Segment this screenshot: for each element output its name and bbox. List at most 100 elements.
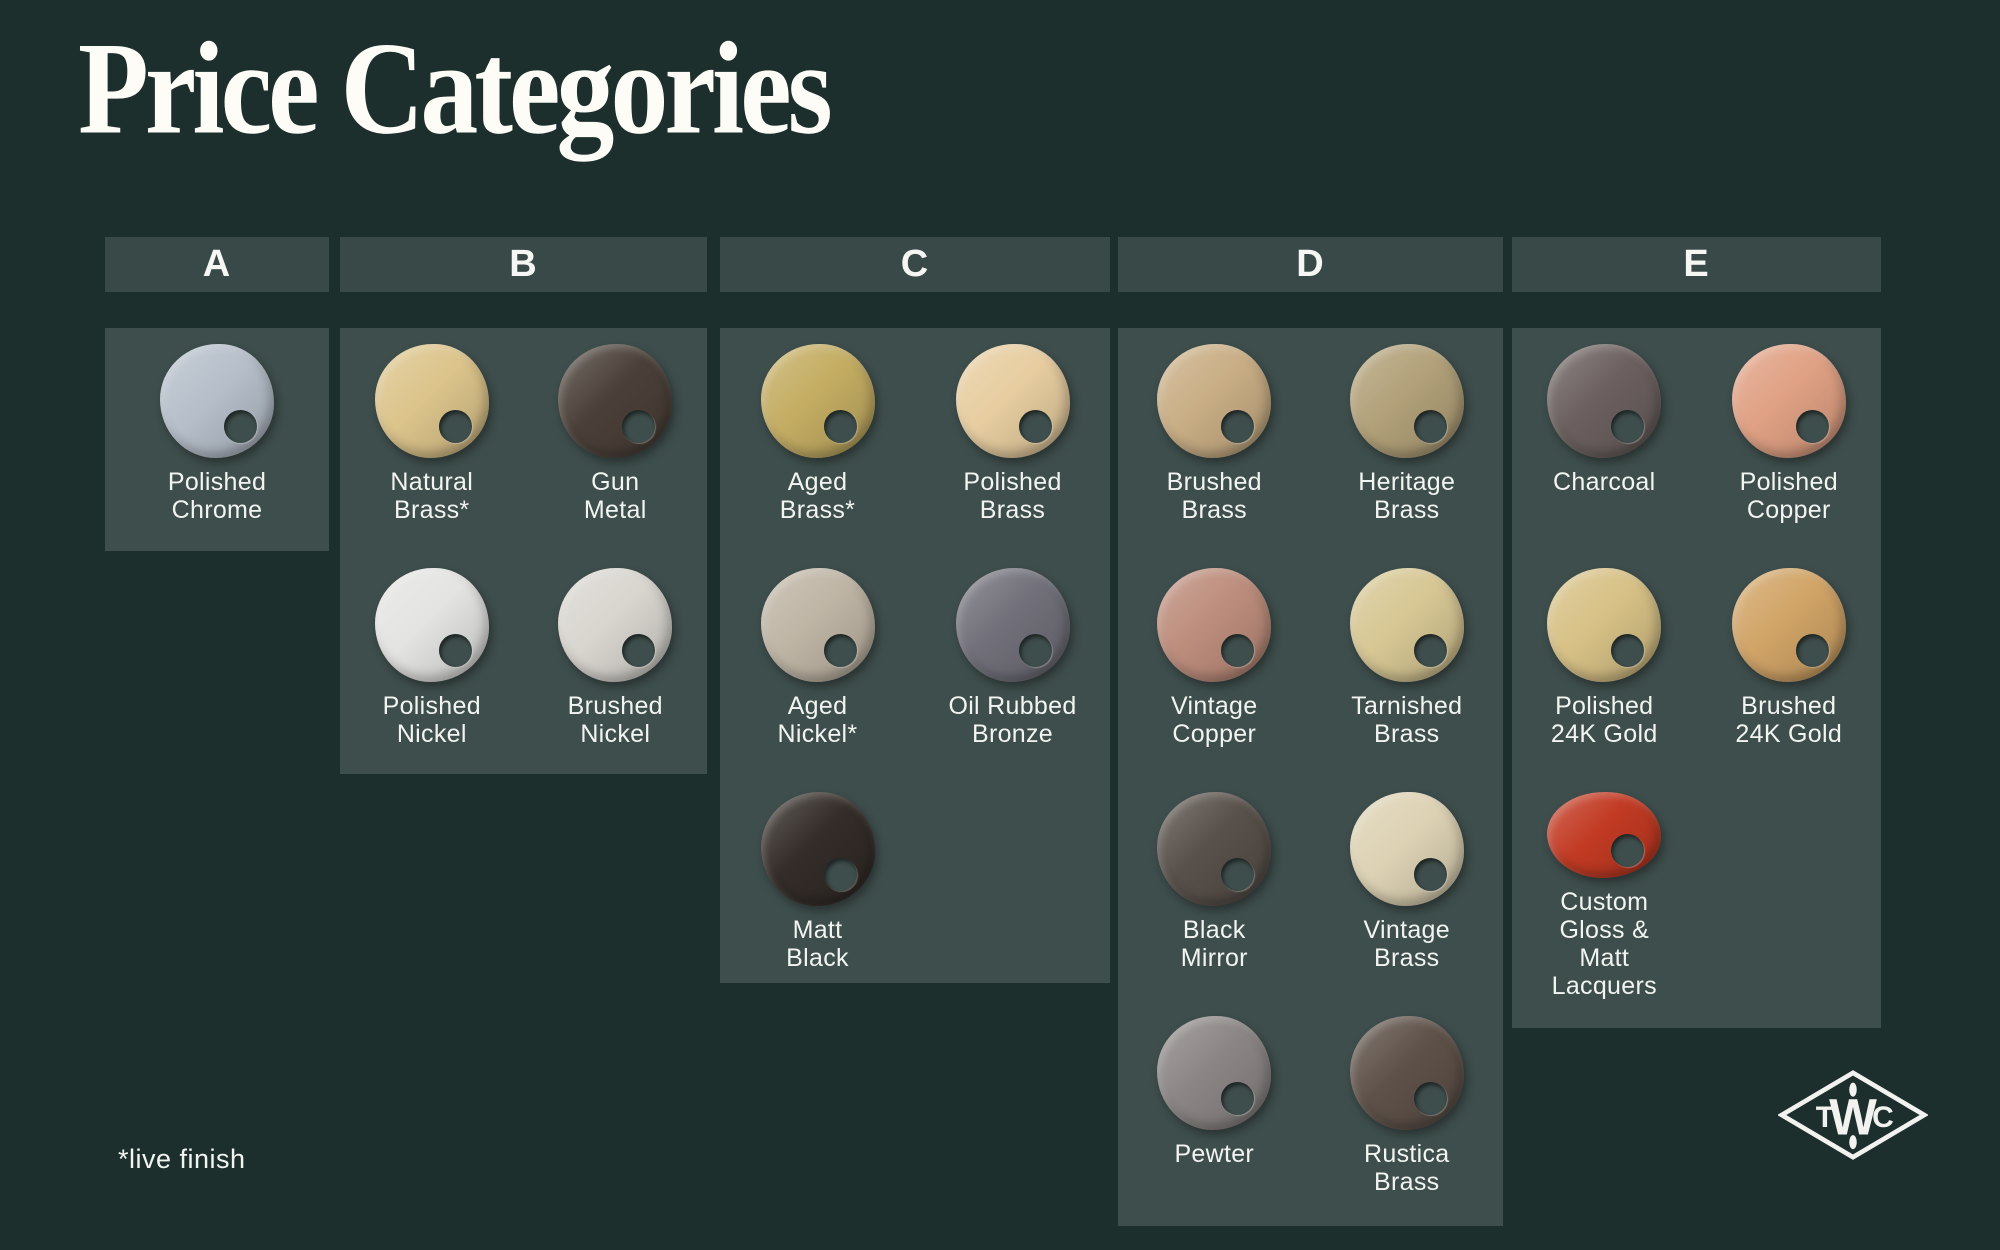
natural-brass-disc-icon bbox=[375, 344, 489, 458]
pewter-disc-icon bbox=[1157, 1016, 1271, 1130]
tag-hole-icon bbox=[1611, 834, 1644, 867]
rustica-brass-disc-icon bbox=[1350, 1016, 1464, 1130]
brushed-24k-gold-disc-icon bbox=[1732, 568, 1846, 682]
swatch-polished-24k-gold: Polished 24K Gold bbox=[1512, 552, 1697, 776]
logo-letter-c: C bbox=[1872, 1101, 1894, 1134]
swatch-rustica-brass: Rustica Brass bbox=[1311, 1000, 1504, 1224]
category-d-panel: Brushed Brass Heritage Brass Vintage Cop… bbox=[1118, 328, 1503, 1226]
tag-hole-icon bbox=[439, 634, 472, 667]
swatch-vintage-copper: Vintage Copper bbox=[1118, 552, 1311, 776]
tag-hole-icon bbox=[1414, 1082, 1447, 1115]
category-a-panel: Polished Chrome bbox=[105, 328, 329, 551]
category-b-header: B bbox=[340, 237, 707, 292]
aged-brass-disc-icon bbox=[761, 344, 875, 458]
swatch-natural-brass: Natural Brass* bbox=[340, 328, 524, 552]
category-a-header: A bbox=[105, 237, 329, 292]
swatch-brushed-brass: Brushed Brass bbox=[1118, 328, 1311, 552]
finish-label: Black Mirror bbox=[1181, 916, 1248, 972]
finish-label: Brushed Nickel bbox=[568, 692, 663, 748]
price-categories-infographic: Price Categories A Polished Chrome B Nat… bbox=[0, 0, 2000, 1250]
tag-hole-icon bbox=[1221, 1082, 1254, 1115]
heritage-brass-disc-icon bbox=[1350, 344, 1464, 458]
category-column-e: E Charcoal Polished Copper Polished 24K … bbox=[1512, 237, 1881, 1030]
finish-label: Gun Metal bbox=[584, 468, 647, 524]
vintage-copper-disc-icon bbox=[1157, 568, 1271, 682]
twc-logo: T W C bbox=[1778, 1068, 1928, 1162]
category-column-a: A Polished Chrome bbox=[105, 237, 329, 551]
tag-hole-icon bbox=[1611, 410, 1644, 443]
tag-hole-icon bbox=[1414, 634, 1447, 667]
black-mirror-disc-icon bbox=[1157, 792, 1271, 906]
category-column-c: C Aged Brass* Polished Brass Aged Nickel… bbox=[720, 237, 1110, 983]
swatch-aged-brass: Aged Brass* bbox=[720, 328, 915, 552]
finish-label: Heritage Brass bbox=[1358, 468, 1455, 524]
finish-label: Polished 24K Gold bbox=[1551, 692, 1658, 748]
category-d-header: D bbox=[1118, 237, 1503, 292]
swatch-gun-metal: Gun Metal bbox=[524, 328, 708, 552]
brushed-brass-disc-icon bbox=[1157, 344, 1271, 458]
tag-hole-icon bbox=[824, 410, 857, 443]
finish-label: Tarnished Brass bbox=[1351, 692, 1462, 748]
swatch-tarnished-brass: Tarnished Brass bbox=[1311, 552, 1504, 776]
tag-hole-icon bbox=[439, 410, 472, 443]
category-b-panel: Natural Brass* Gun Metal Polished Nickel… bbox=[340, 328, 707, 774]
oil-rubbed-bronze-disc-icon bbox=[956, 568, 1070, 682]
swatch-charcoal: Charcoal bbox=[1512, 328, 1697, 552]
category-c-header: C bbox=[720, 237, 1110, 292]
finish-label: Brushed 24K Gold bbox=[1735, 692, 1842, 748]
finish-label: Pewter bbox=[1174, 1140, 1254, 1168]
swatch-pewter: Pewter bbox=[1118, 1000, 1311, 1224]
finish-label: Charcoal bbox=[1553, 468, 1655, 496]
finish-label: Brushed Brass bbox=[1167, 468, 1262, 524]
category-b-letter: B bbox=[509, 243, 537, 286]
tag-hole-icon bbox=[1019, 410, 1052, 443]
category-c-letter: C bbox=[901, 243, 929, 286]
aged-nickel-disc-icon bbox=[761, 568, 875, 682]
tag-hole-icon bbox=[1221, 858, 1254, 891]
finish-label: Oil Rubbed Bronze bbox=[948, 692, 1076, 748]
finish-label: Polished Copper bbox=[1740, 468, 1838, 524]
swatch-matt-black: Matt Black bbox=[720, 776, 915, 1000]
category-c-panel: Aged Brass* Polished Brass Aged Nickel* … bbox=[720, 328, 1110, 983]
tag-hole-icon bbox=[1796, 410, 1829, 443]
swatch-polished-brass: Polished Brass bbox=[915, 328, 1110, 552]
tag-hole-icon bbox=[1796, 634, 1829, 667]
tag-hole-icon bbox=[622, 634, 655, 667]
swatch-brushed-24k-gold: Brushed 24K Gold bbox=[1697, 552, 1882, 776]
category-d-letter: D bbox=[1296, 243, 1324, 286]
matt-black-disc-icon bbox=[761, 792, 875, 906]
category-column-d: D Brushed Brass Heritage Brass Vintage C… bbox=[1118, 237, 1503, 1226]
brushed-nickel-disc-icon bbox=[558, 568, 672, 682]
tag-hole-icon bbox=[824, 634, 857, 667]
swatch-polished-copper: Polished Copper bbox=[1697, 328, 1882, 552]
finish-label: Aged Brass* bbox=[780, 468, 855, 524]
finish-label: Rustica Brass bbox=[1364, 1140, 1449, 1196]
polished-chrome-disc-icon bbox=[160, 344, 274, 458]
category-a-letter: A bbox=[203, 243, 231, 286]
polished-24k-gold-disc-icon bbox=[1547, 568, 1661, 682]
finish-label: Vintage Brass bbox=[1364, 916, 1450, 972]
tag-hole-icon bbox=[1414, 858, 1447, 891]
tag-hole-icon bbox=[824, 858, 857, 891]
tag-hole-icon bbox=[622, 410, 655, 443]
finish-label: Polished Nickel bbox=[383, 692, 481, 748]
logo-letter-w: W bbox=[1829, 1089, 1877, 1146]
swatch-aged-nickel: Aged Nickel* bbox=[720, 552, 915, 776]
polished-nickel-disc-icon bbox=[375, 568, 489, 682]
swatch-vintage-brass: Vintage Brass bbox=[1311, 776, 1504, 1000]
category-column-b: B Natural Brass* Gun Metal Polished Nick… bbox=[340, 237, 707, 774]
swatch-brushed-nickel: Brushed Nickel bbox=[524, 552, 708, 776]
custom-lacquers-disc-icon bbox=[1547, 792, 1661, 878]
page-title: Price Categories bbox=[78, 14, 829, 166]
tag-hole-icon bbox=[1221, 634, 1254, 667]
gun-metal-disc-icon bbox=[558, 344, 672, 458]
tarnished-brass-disc-icon bbox=[1350, 568, 1464, 682]
tag-hole-icon bbox=[1221, 410, 1254, 443]
tag-hole-icon bbox=[1019, 634, 1052, 667]
charcoal-disc-icon bbox=[1547, 344, 1661, 458]
swatch-polished-nickel: Polished Nickel bbox=[340, 552, 524, 776]
polished-copper-disc-icon bbox=[1732, 344, 1846, 458]
swatch-polished-chrome: Polished Chrome bbox=[105, 328, 329, 552]
finish-label: Custom Gloss & Matt Lacquers bbox=[1552, 888, 1657, 1000]
finish-label: Polished Chrome bbox=[168, 468, 266, 524]
